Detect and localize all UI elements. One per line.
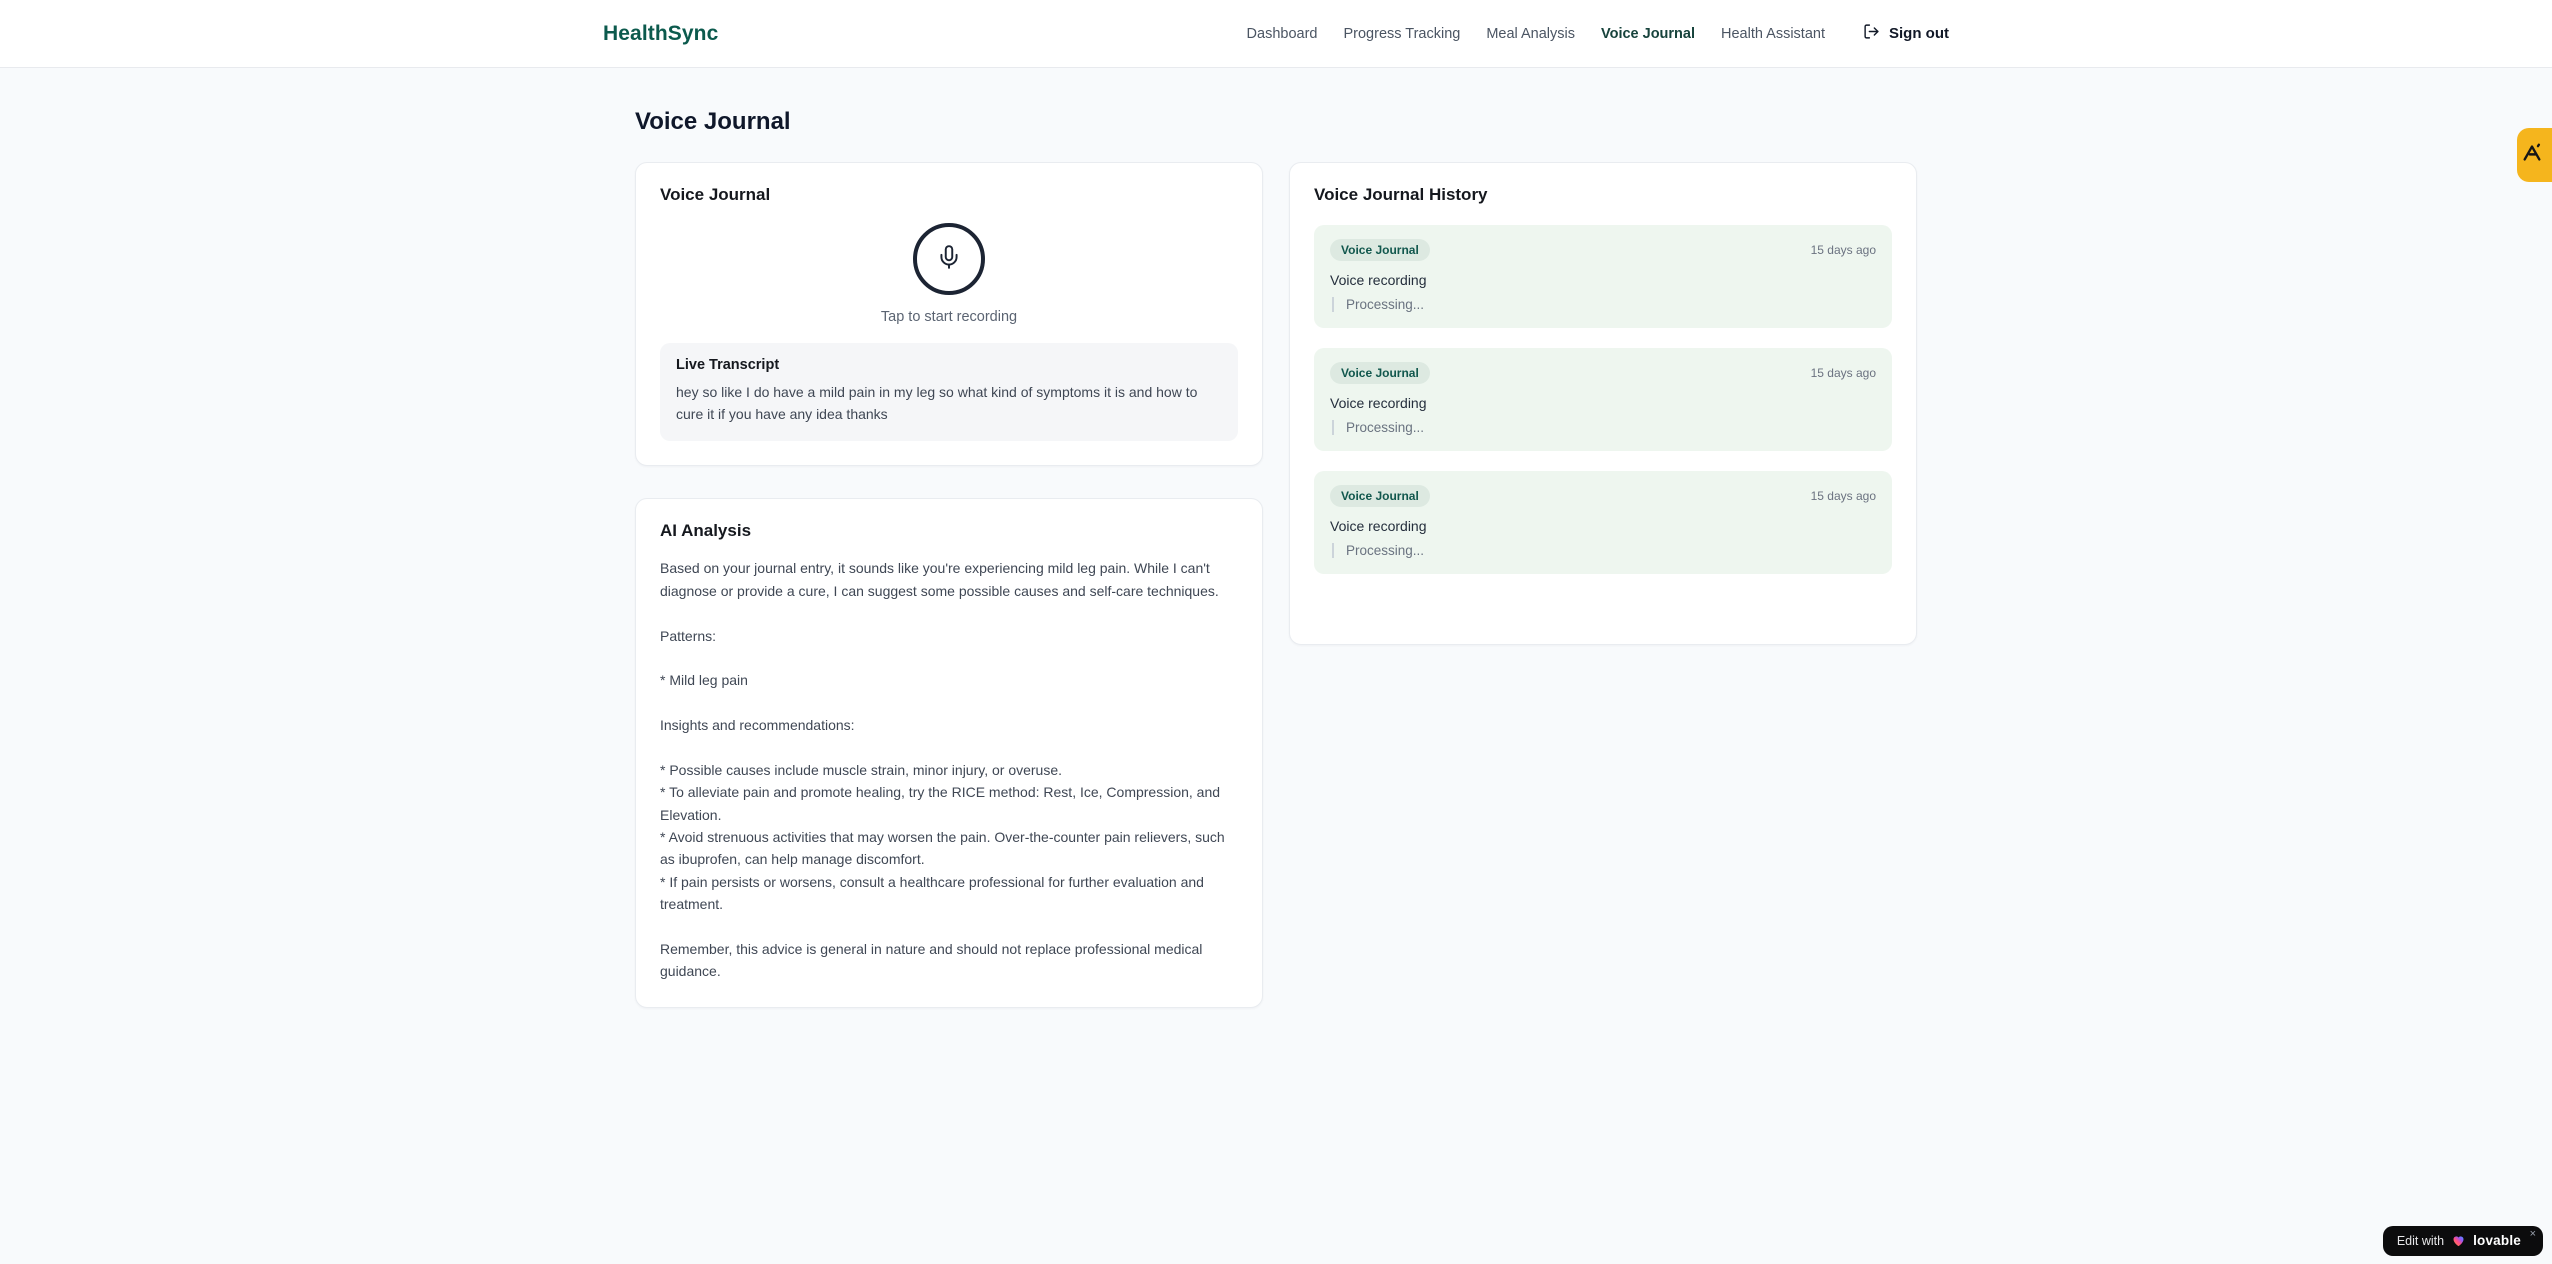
edit-with-lovable-badge[interactable]: Edit with lovable × — [2382, 1226, 2543, 1256]
tap-to-record-label: Tap to start recording — [880, 309, 1018, 325]
microphone-icon — [936, 244, 962, 275]
lovable-heart-icon — [2451, 1233, 2466, 1248]
entry-title: Voice recording — [1330, 518, 1427, 534]
app-header: HealthSync Dashboard Progress Tracking M… — [0, 0, 2552, 68]
mic-area: Tap to start recording — [660, 205, 1238, 325]
browser-extension-badge[interactable] — [2517, 128, 2552, 182]
live-transcript-title: Live Transcript — [676, 357, 780, 373]
history-entry[interactable]: Voice Journal 15 days ago Voice recordin… — [1314, 225, 1892, 328]
log-out-icon — [1863, 23, 1880, 44]
entry-status: Processing... — [1332, 543, 1876, 558]
nav-item-meal-analysis[interactable]: Meal Analysis — [1486, 26, 1575, 42]
main-content: Voice Journal Voice Journal Tap to start… — [635, 68, 1917, 1008]
close-icon[interactable]: × — [2530, 1228, 2536, 1240]
right-column: Voice Journal History Voice Journal 15 d… — [1289, 162, 1917, 645]
nav-item-dashboard[interactable]: Dashboard — [1247, 26, 1318, 42]
content-grid: Voice Journal Tap to start recording Liv… — [635, 162, 1917, 1008]
voice-recorder-card: Voice Journal Tap to start recording Liv… — [635, 162, 1263, 467]
recorder-card-title: Voice Journal — [660, 185, 771, 204]
sign-out-button[interactable]: Sign out — [1863, 23, 1949, 44]
voice-journal-history-card: Voice Journal History Voice Journal 15 d… — [1289, 162, 1917, 645]
extension-logo-icon — [2521, 142, 2549, 169]
entry-timestamp: 15 days ago — [1810, 489, 1876, 503]
history-entry[interactable]: Voice Journal 15 days ago Voice recordin… — [1314, 348, 1892, 451]
entry-title: Voice recording — [1330, 272, 1427, 288]
sign-out-label: Sign out — [1889, 25, 1949, 42]
entry-type-badge: Voice Journal — [1330, 362, 1430, 384]
entry-type-badge: Voice Journal — [1330, 485, 1430, 507]
ai-analysis-body: Based on your journal entry, it sounds l… — [660, 560, 1225, 980]
record-button[interactable] — [913, 223, 985, 295]
live-transcript-text: hey so like I do have a mild pain in my … — [676, 384, 1198, 422]
entry-status: Processing... — [1332, 297, 1876, 312]
ai-analysis-title: AI Analysis — [660, 521, 752, 541]
nav-item-voice-journal[interactable]: Voice Journal — [1601, 26, 1695, 42]
nav-item-progress-tracking[interactable]: Progress Tracking — [1343, 26, 1460, 42]
main-nav: Dashboard Progress Tracking Meal Analysi… — [1247, 23, 1949, 44]
entry-status: Processing... — [1332, 420, 1876, 435]
history-entry[interactable]: Voice Journal 15 days ago Voice recordin… — [1314, 471, 1892, 574]
entry-title: Voice recording — [1330, 395, 1427, 411]
page-title: Voice Journal — [635, 108, 791, 135]
entry-timestamp: 15 days ago — [1810, 366, 1876, 380]
live-transcript-box: Live Transcript hey so like I do have a … — [660, 343, 1238, 442]
header-container: HealthSync Dashboard Progress Tracking M… — [603, 0, 1949, 67]
app-logo[interactable]: HealthSync — [603, 22, 718, 46]
entry-type-badge: Voice Journal — [1330, 239, 1430, 261]
entry-timestamp: 15 days ago — [1810, 243, 1876, 257]
edit-with-label: Edit with — [2396, 1233, 2445, 1248]
nav-item-health-assistant[interactable]: Health Assistant — [1721, 26, 1825, 42]
ai-analysis-card: AI Analysis Based on your journal entry,… — [635, 498, 1263, 1008]
lovable-brand-label: lovable — [2473, 1233, 2521, 1248]
left-column: Voice Journal Tap to start recording Liv… — [635, 162, 1263, 1008]
history-card-title: Voice Journal History — [1314, 185, 1488, 204]
